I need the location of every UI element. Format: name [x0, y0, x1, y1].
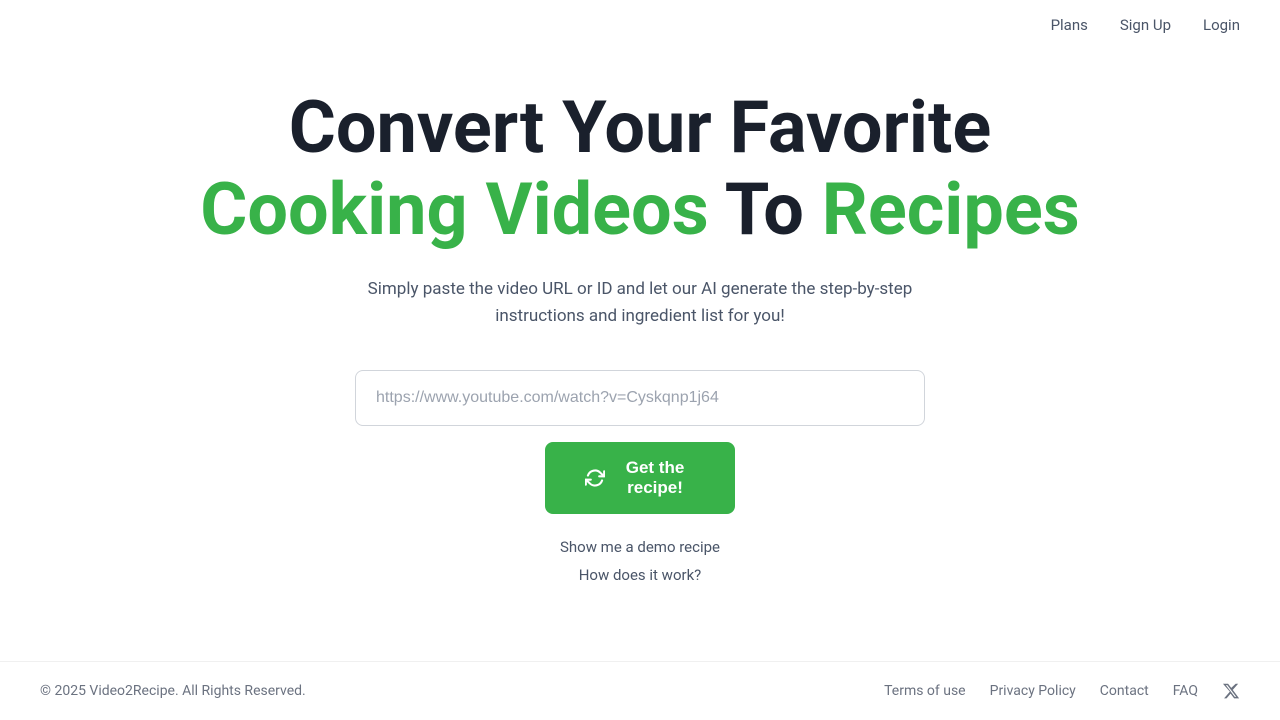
footer-contact-link[interactable]: Contact [1100, 683, 1149, 699]
site-footer: © 2025 Video2Recipe. All Rights Reserved… [0, 661, 1280, 720]
hero-title: Convert Your Favorite Cooking Videos To … [200, 87, 1079, 253]
demo-recipe-link[interactable]: Show me a demo recipe [560, 538, 720, 556]
how-it-works-link[interactable]: How does it work? [579, 566, 702, 584]
footer-faq-link[interactable]: FAQ [1173, 683, 1198, 699]
footer-terms-link[interactable]: Terms of use [884, 683, 966, 699]
get-recipe-button[interactable]: Get the recipe! [545, 442, 735, 514]
hero-title-line2: Cooking Videos To Recipes [200, 169, 1079, 252]
hero-title-cooking: Cooking Videos [200, 167, 708, 252]
hero-title-line1: Convert Your Favorite [289, 85, 991, 170]
get-recipe-label: Get the recipe! [615, 458, 695, 498]
url-input-container [355, 370, 925, 426]
footer-copyright: © 2025 Video2Recipe. All Rights Reserved… [40, 683, 306, 699]
url-input[interactable] [355, 370, 925, 426]
hero-title-recipes: Recipes [822, 167, 1080, 252]
twitter-icon[interactable] [1222, 682, 1240, 700]
hero-subtitle: Simply paste the video URL or ID and let… [350, 276, 930, 330]
footer-privacy-link[interactable]: Privacy Policy [990, 683, 1076, 699]
footer-links: Terms of use Privacy Policy Contact FAQ [884, 682, 1240, 700]
refresh-icon [585, 468, 605, 488]
main-content: Convert Your Favorite Cooking Videos To … [0, 10, 1280, 661]
hero-title-to: To [709, 167, 822, 252]
